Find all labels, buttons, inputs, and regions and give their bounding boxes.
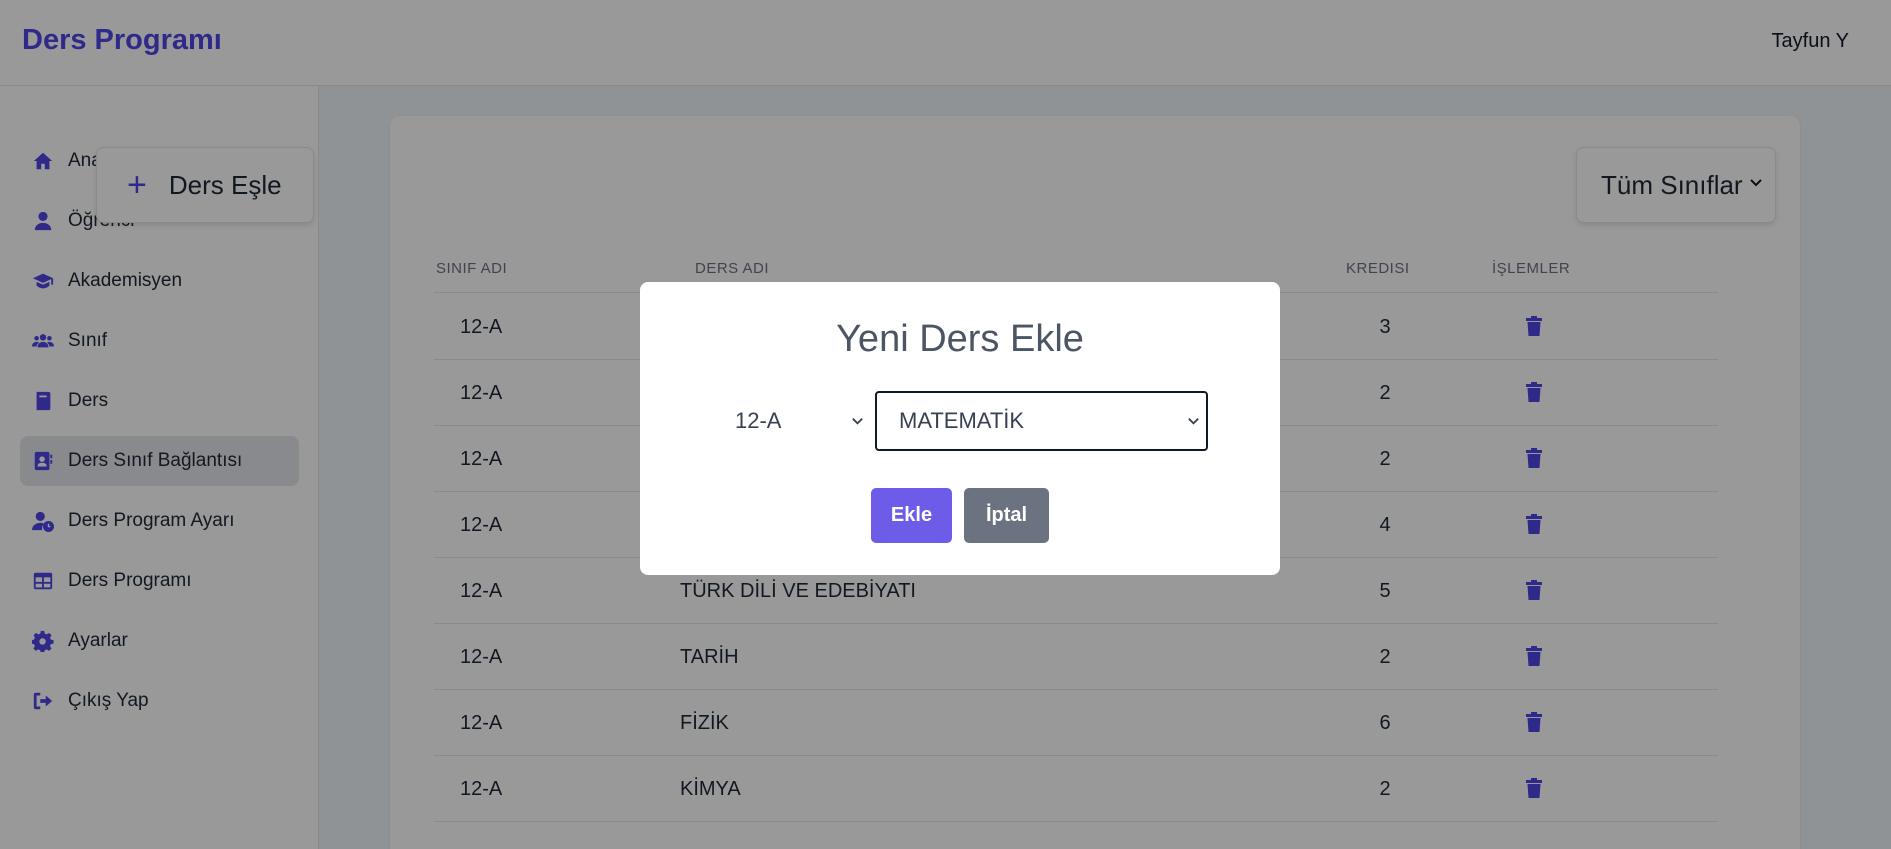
add-course-modal: Yeni Ders Ekle 12-A MATEMATİK Ekle İptal xyxy=(640,282,1280,575)
chevron-down-icon xyxy=(1188,418,1199,425)
modal-class-select[interactable]: 12-A xyxy=(710,391,870,451)
chevron-down-icon xyxy=(852,418,863,425)
modal-class-value: 12-A xyxy=(735,408,782,433)
modal-course-value: MATEMATİK xyxy=(899,408,1025,433)
cancel-button[interactable]: İptal xyxy=(964,488,1049,543)
modal-title: Yeni Ders Ekle xyxy=(836,318,1084,360)
modal-course-select[interactable]: MATEMATİK xyxy=(875,391,1208,451)
save-button[interactable]: Ekle xyxy=(871,488,952,543)
